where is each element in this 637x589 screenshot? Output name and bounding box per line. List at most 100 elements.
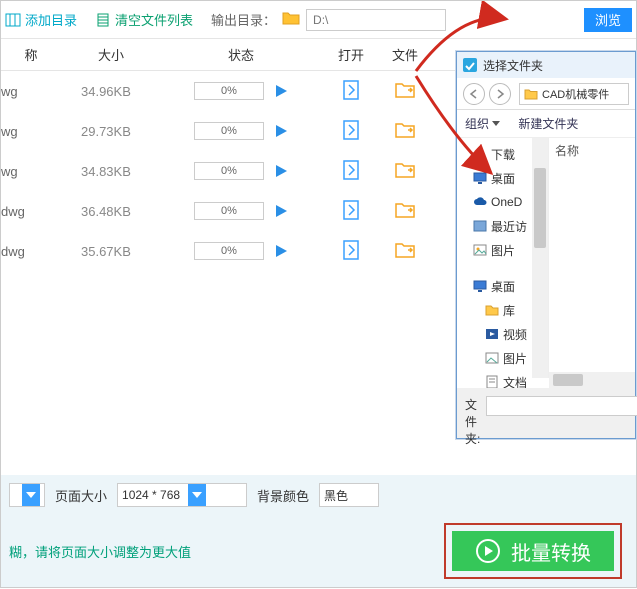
open-folder-icon[interactable] xyxy=(381,162,429,181)
header-file: 文件 xyxy=(381,45,429,64)
tree-item-label: 图片 xyxy=(503,350,527,367)
list-header-name: 名称 xyxy=(555,142,629,162)
row-size: 29.73KB xyxy=(61,124,161,139)
folder-list-pane: 名称 xyxy=(549,138,635,378)
output-path-input[interactable] xyxy=(306,9,446,31)
row-status: 0% xyxy=(161,202,321,220)
nav-forward-button[interactable] xyxy=(489,83,511,105)
row-name: wg xyxy=(1,164,61,179)
bg-color-label: 背景颜色 xyxy=(257,486,309,505)
add-directory-label: 添加目录 xyxy=(25,10,77,29)
progress-box: 0% xyxy=(194,202,264,220)
progress-box: 0% xyxy=(194,162,264,180)
hint-text: 糊，请将页面大小调整为更大值 xyxy=(9,542,191,561)
add-directory-button[interactable]: 添加目录 xyxy=(5,10,77,29)
folder-picker-footer: 文件夹: xyxy=(457,388,635,438)
bottom-panel: 页面大小 1024 * 768 背景颜色 黑色 xyxy=(1,475,636,515)
tree-item-icon xyxy=(485,375,499,389)
tree-item-label: 最近访 xyxy=(491,218,527,235)
address-text: CAD机械零件 xyxy=(542,86,609,102)
row-size: 35.67KB xyxy=(61,244,161,259)
footer-label: 文件夹: xyxy=(465,396,480,447)
row-name: wg xyxy=(1,84,61,99)
tree-item-icon xyxy=(473,172,487,184)
dropdown-1[interactable] xyxy=(9,483,45,507)
row-name: dwg xyxy=(1,204,61,219)
batch-convert-label: 批量转换 xyxy=(511,537,591,566)
tree-item-icon xyxy=(473,280,487,292)
header-size: 大小 xyxy=(61,45,161,64)
folder-picker-window: 选择文件夹 CAD机械零件 组织 新建文件夹 下载桌面OneD最近访图片桌面库视… xyxy=(456,51,636,439)
folder-tree: 下载桌面OneD最近访图片桌面库视频图片文档 xyxy=(457,138,549,378)
tree-item-label: OneD xyxy=(491,195,522,209)
nav-back-button[interactable] xyxy=(463,83,485,105)
open-file-icon[interactable] xyxy=(321,240,381,263)
tree-item-label: 图片 xyxy=(491,242,515,259)
convert-highlight: 批量转换 xyxy=(444,523,622,579)
progress-box: 0% xyxy=(194,242,264,260)
row-name: wg xyxy=(1,124,61,139)
header-status: 状态 xyxy=(161,45,321,64)
folder-picker-tools: 组织 新建文件夹 xyxy=(457,110,635,138)
play-icon[interactable] xyxy=(274,84,288,98)
address-bar[interactable]: CAD机械零件 xyxy=(519,83,629,105)
row-size: 36.48KB xyxy=(61,204,161,219)
play-icon[interactable] xyxy=(274,164,288,178)
browse-button[interactable]: 浏览 xyxy=(584,8,632,32)
page-size-value: 1024 * 768 xyxy=(122,488,180,502)
folder-picker-titlebar: 选择文件夹 xyxy=(457,52,635,78)
tree-item-label: 视频 xyxy=(503,326,527,343)
bg-color-value: 黑色 xyxy=(324,487,348,504)
folder-picker-body: 下载桌面OneD最近访图片桌面库视频图片文档 名称 xyxy=(457,138,635,378)
tree-item-icon xyxy=(473,220,487,232)
tree-item-label: 桌面 xyxy=(491,278,515,295)
row-name: dwg xyxy=(1,244,61,259)
row-size: 34.83KB xyxy=(61,164,161,179)
batch-convert-button[interactable]: 批量转换 xyxy=(452,531,614,571)
clear-list-label: 清空文件列表 xyxy=(115,10,193,29)
page-size-label: 页面大小 xyxy=(55,486,107,505)
open-file-icon[interactable] xyxy=(321,80,381,103)
tree-item-icon xyxy=(473,147,487,161)
folder-icon xyxy=(282,11,300,28)
list-hscrollbar[interactable] xyxy=(549,372,635,388)
tree-item-label: 桌面 xyxy=(491,170,515,187)
open-folder-icon[interactable] xyxy=(381,122,429,141)
progress-box: 0% xyxy=(194,82,264,100)
page-size-dropdown[interactable]: 1024 * 768 xyxy=(117,483,247,507)
row-status: 0% xyxy=(161,122,321,140)
bg-color-dropdown[interactable]: 黑色 xyxy=(319,483,379,507)
open-file-icon[interactable] xyxy=(321,160,381,183)
tree-item-label: 下载 xyxy=(491,146,515,163)
output-dir-label: 输出目录： xyxy=(211,10,276,29)
folder-picker-title: 选择文件夹 xyxy=(483,57,543,74)
row-size: 34.96KB xyxy=(61,84,161,99)
header-open: 打开 xyxy=(321,45,381,64)
row-status: 0% xyxy=(161,82,321,100)
play-icon[interactable] xyxy=(274,204,288,218)
open-folder-icon[interactable] xyxy=(381,202,429,221)
tree-item-icon xyxy=(485,304,499,316)
organize-button[interactable]: 组织 xyxy=(465,115,500,132)
row-status: 0% xyxy=(161,162,321,180)
tree-item-icon xyxy=(485,352,499,364)
new-folder-button[interactable]: 新建文件夹 xyxy=(518,115,578,132)
tree-item-icon xyxy=(485,328,499,340)
folder-picker-nav: CAD机械零件 xyxy=(457,78,635,110)
tree-item-icon xyxy=(473,197,487,207)
open-file-icon[interactable] xyxy=(321,200,381,223)
open-file-icon[interactable] xyxy=(321,120,381,143)
header-name: 称 xyxy=(1,45,61,64)
open-folder-icon[interactable] xyxy=(381,242,429,261)
tree-item-label: 库 xyxy=(503,302,515,319)
toolbar: 添加目录 清空文件列表 输出目录： 浏览 xyxy=(1,1,636,39)
open-folder-icon[interactable] xyxy=(381,82,429,101)
folder-name-input[interactable] xyxy=(486,396,637,416)
tree-scrollbar[interactable] xyxy=(532,138,548,378)
play-icon[interactable] xyxy=(274,244,288,258)
tree-item-icon xyxy=(473,244,487,256)
play-icon[interactable] xyxy=(274,124,288,138)
progress-box: 0% xyxy=(194,122,264,140)
row-status: 0% xyxy=(161,242,321,260)
clear-list-button[interactable]: 清空文件列表 xyxy=(95,10,193,29)
